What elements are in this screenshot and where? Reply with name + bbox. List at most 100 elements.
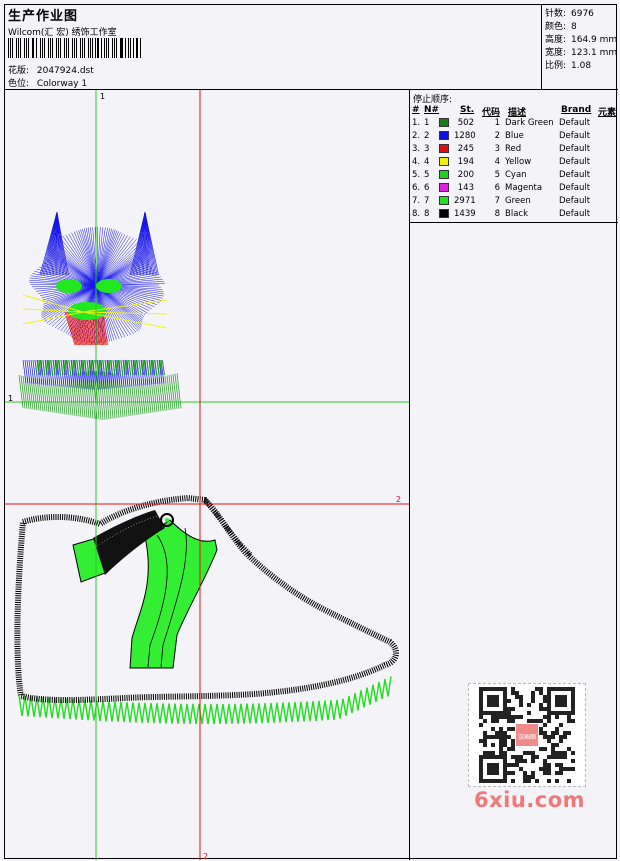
row-desc: Cyan: [505, 170, 527, 180]
spec-label: 颜色:: [545, 22, 567, 32]
row-desc: Green: [505, 196, 531, 206]
stop-sequence-row: 3. 3 245 3 Red Default: [410, 144, 618, 157]
row-code: 8: [494, 209, 500, 219]
row-needle: 8: [424, 209, 430, 219]
spec-label: 高度:: [545, 35, 567, 45]
spec-value: 6976: [571, 9, 594, 19]
row-code: 5: [494, 170, 500, 180]
stop-sequence-row: 2. 2 1280 2 Blue Default: [410, 131, 618, 144]
spec-stitches: 针数: 6976: [545, 6, 594, 19]
spec-value: 164.9 mm: [571, 35, 618, 45]
stop-sequence-title: 停止顺序:: [413, 95, 453, 105]
row-desc: Black: [505, 209, 528, 219]
row-code: 4: [494, 157, 500, 167]
row-num: 4.: [412, 157, 421, 167]
row-needle: 2: [424, 131, 430, 141]
row-stitches: 1439: [454, 209, 476, 219]
spec-block: 针数: 6976 颜色: 8 高度: 164.9 mm 宽度: 123.1 mm 比例:…: [542, 5, 618, 89]
col-needle: N#: [424, 105, 440, 115]
spec-height: 高度: 164.9 mm: [545, 32, 617, 45]
color-swatch: [439, 157, 449, 166]
row-stitches: 143: [457, 183, 474, 193]
shoe-outline-black: [14, 494, 399, 703]
row-stitches: 2971: [454, 196, 476, 206]
row-num: 6.: [412, 183, 421, 193]
spec-value: 123.1 mm: [571, 48, 618, 58]
guide-label-h2: 2: [396, 495, 402, 504]
stop-sequence-row: 5. 5 200 5 Cyan Default: [410, 170, 618, 183]
qr-center-label: 汉画图: [518, 733, 536, 741]
embroidery-preview: [5, 90, 409, 860]
row-desc: Red: [505, 144, 522, 154]
col-brand: Brand: [561, 105, 592, 115]
row-brand: Default: [559, 170, 591, 180]
colorway-label: 色位:: [8, 79, 30, 89]
company-name: Wilcom(汇 宏) 绣饰工作室: [8, 28, 117, 38]
barcode: [8, 38, 144, 58]
row-stitches: 245: [457, 144, 474, 154]
colorway: 色位: Colorway 1: [8, 76, 87, 89]
row-stitches: 502: [457, 118, 474, 128]
design-file-label: 花版:: [8, 66, 30, 76]
row-code: 2: [494, 131, 500, 141]
row-desc: Dark Green: [505, 118, 554, 128]
row-desc: Blue: [505, 131, 524, 141]
row-needle: 6: [424, 183, 430, 193]
stop-sequence-row: 6. 6 143 6 Magenta Default: [410, 183, 618, 196]
colorway-value: Colorway 1: [36, 79, 88, 89]
col-desc: 描述: [508, 108, 527, 118]
row-num: 2.: [412, 131, 421, 141]
watermark-text: 6xiu.com: [474, 788, 586, 812]
row-needle: 4: [424, 157, 430, 167]
row-code: 7: [494, 196, 500, 206]
design-preview: 1 1 2 2: [5, 90, 410, 860]
row-desc: Yellow: [505, 157, 532, 167]
color-swatch: [439, 196, 449, 205]
color-swatch: [439, 183, 449, 192]
row-stitches: 200: [457, 170, 474, 180]
spec-colors: 颜色: 8: [545, 19, 577, 32]
spec-width: 宽度: 123.1 mm: [545, 45, 617, 58]
col-element: 元素: [598, 108, 617, 118]
row-num: 3.: [412, 144, 421, 154]
color-swatch: [439, 131, 449, 140]
stop-sequence-row: 1. 1 502 1 Dark Green Default: [410, 118, 618, 131]
row-brand: Default: [559, 209, 591, 219]
color-swatch: [439, 144, 449, 153]
guide-label-v2: 2: [203, 852, 209, 860]
cat-embroidery: [18, 211, 182, 421]
page-title: 生产作业图: [8, 9, 79, 24]
guide-label-h1: 1: [8, 394, 14, 403]
row-brand: Default: [559, 196, 591, 206]
row-stitches: 194: [457, 157, 474, 167]
row-brand: Default: [559, 157, 591, 167]
shoe-embroidery: [14, 494, 399, 725]
spec-value: 1.08: [571, 61, 592, 71]
stop-sequence-row: 7. 7 2971 7 Green Default: [410, 196, 618, 209]
spec-scale: 比例: 1.08: [545, 58, 591, 71]
row-needle: 5: [424, 170, 430, 180]
row-num: 5.: [412, 170, 421, 180]
row-needle: 3: [424, 144, 430, 154]
row-brand: Default: [559, 144, 591, 154]
spec-value: 8: [571, 22, 577, 32]
qr-code: 汉画图: [479, 687, 575, 783]
col-code: 代码: [482, 108, 501, 118]
spec-label: 宽度:: [545, 48, 567, 58]
header-info: 生产作业图 Wilcom(汇 宏) 绣饰工作室 花版: 2047924.dst …: [5, 5, 542, 89]
panel-divider: [410, 222, 618, 223]
row-brand: Default: [559, 131, 591, 141]
col-num: #: [412, 105, 420, 115]
color-swatch: [439, 170, 449, 179]
row-needle: 1: [424, 118, 430, 128]
guide-label-v1: 1: [100, 92, 106, 101]
stop-sequence-row: 4. 4 194 4 Yellow Default: [410, 157, 618, 170]
row-code: 3: [494, 144, 500, 154]
row-code: 6: [494, 183, 500, 193]
spec-label: 比例:: [545, 61, 567, 71]
row-needle: 7: [424, 196, 430, 206]
stop-sequence-row: 8. 8 1439 8 Black Default: [410, 209, 618, 222]
color-swatch: [439, 118, 449, 127]
row-num: 7.: [412, 196, 421, 206]
color-swatch: [439, 209, 449, 218]
